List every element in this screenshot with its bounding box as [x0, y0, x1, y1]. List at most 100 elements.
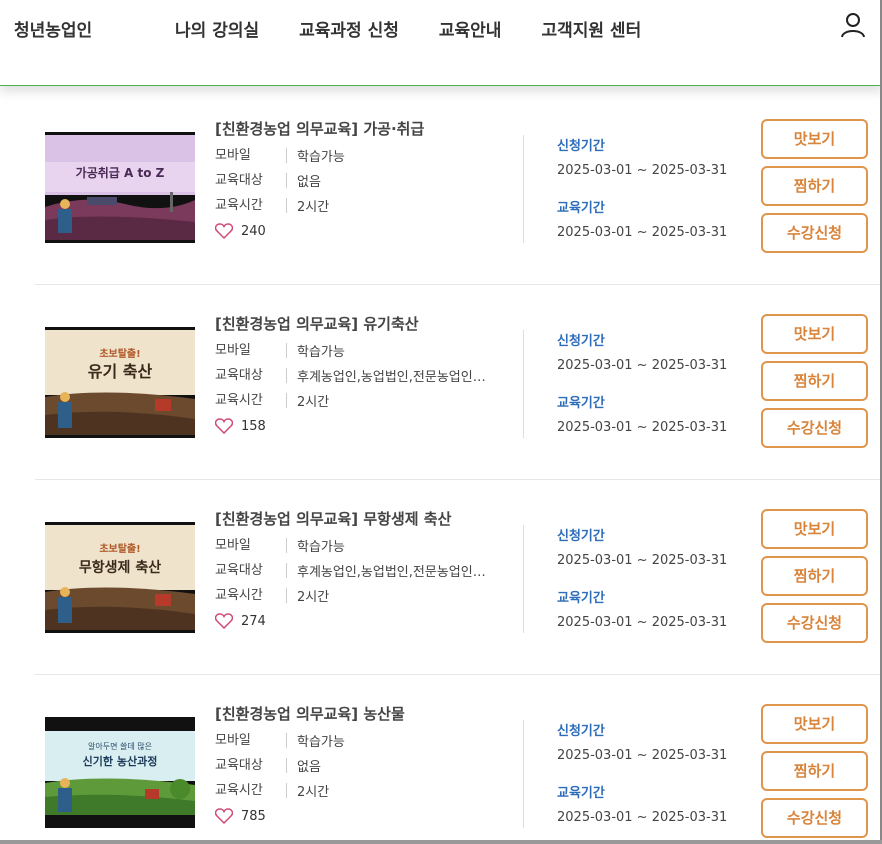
course-periods: 신청기간 2025-03-01 ~ 2025-03-31 교육기간 2025-0… — [557, 720, 727, 844]
brand-logo[interactable]: 청년농업인 — [14, 16, 92, 41]
thumbnail-caption: 신기한 농산과정 — [83, 754, 158, 768]
apply-period-label: 신청기간 — [557, 334, 605, 349]
heart-icon[interactable] — [215, 418, 233, 434]
course-actions: 맛보기 찜하기 수강신청 — [761, 509, 868, 650]
likes-count: 240 — [241, 223, 266, 239]
apply-period-label: 신청기간 — [557, 724, 605, 739]
thumbnail-caption: 유기 축산 — [88, 362, 153, 381]
target-value: 없음 — [297, 175, 321, 190]
course-actions: 맛보기 찜하기 수강신청 — [761, 314, 868, 455]
course-thumbnail[interactable]: 초보탈출! 유기 축산 — [45, 327, 195, 438]
wishlist-button[interactable]: 찜하기 — [761, 361, 868, 401]
edu-period-value: 2025-03-01 ~ 2025-03-31 — [557, 225, 728, 240]
target-label: 교육대상 — [215, 758, 287, 773]
edu-period-value: 2025-03-01 ~ 2025-03-31 — [557, 615, 728, 630]
hours-value: 2시간 — [297, 395, 330, 410]
preview-button[interactable]: 맛보기 — [761, 704, 868, 744]
likes: 274 — [215, 608, 515, 634]
course-title[interactable]: [친환경농업 의무교육] 유기축산 — [215, 313, 515, 338]
thumbnail-subcaption: 알아두면 쓸데 많은 — [88, 741, 152, 751]
course-actions: 맛보기 찜하기 수강신청 — [761, 119, 868, 260]
course-card: 초보탈출! 유기 축산 [친환경농업 의무교육] 유기축산 모바일 학습가능 교… — [35, 285, 880, 480]
top-header: 청년농업인 나의 강의실 교육과정 신청 교육안내 고객지원 센터 — [0, 0, 882, 86]
divider — [523, 525, 524, 633]
apply-period-value: 2025-03-01 ~ 2025-03-31 — [557, 163, 728, 178]
nav-course-apply[interactable]: 교육과정 신청 — [299, 16, 399, 41]
apply-period-label: 신청기간 — [557, 139, 605, 154]
heart-icon[interactable] — [215, 808, 233, 824]
hours-label: 교육시간 — [215, 588, 287, 603]
thumbnail-subcaption: 초보탈출! — [99, 347, 140, 360]
heart-icon[interactable] — [215, 613, 233, 629]
course-thumbnail[interactable]: 가공취급 A to Z — [45, 132, 195, 243]
device-status: 학습가능 — [297, 150, 345, 165]
course-title[interactable]: [친환경농업 의무교육] 무항생제 축산 — [215, 508, 515, 533]
likes-count: 158 — [241, 418, 266, 434]
device-label: 모바일 — [215, 538, 287, 553]
thumbnail-caption: 가공취급 A to Z — [76, 165, 165, 180]
course-periods: 신청기간 2025-03-01 ~ 2025-03-31 교육기간 2025-0… — [557, 330, 727, 454]
thumbnail-subcaption: 초보탈출! — [99, 542, 140, 555]
course-info: [친환경농업 의무교육] 유기축산 모바일 학습가능 교육대상 후계농업인,농업… — [215, 313, 515, 439]
hours-label: 교육시간 — [215, 198, 287, 213]
target-value: 없음 — [297, 760, 321, 775]
enroll-button[interactable]: 수강신청 — [761, 603, 868, 643]
course-info: [친환경농업 의무교육] 농산물 모바일 학습가능 교육대상 없음 교육시간 2… — [215, 703, 515, 829]
wishlist-button[interactable]: 찜하기 — [761, 166, 868, 206]
likes-count: 785 — [241, 808, 266, 824]
edu-period-label: 교육기간 — [557, 201, 605, 216]
course-periods: 신청기간 2025-03-01 ~ 2025-03-31 교육기간 2025-0… — [557, 525, 727, 649]
enroll-button[interactable]: 수강신청 — [761, 798, 868, 838]
divider — [523, 720, 524, 828]
course-title[interactable]: [친환경농업 의무교육] 농산물 — [215, 703, 515, 728]
nav-education-guide[interactable]: 교육안내 — [439, 16, 502, 41]
preview-button[interactable]: 맛보기 — [761, 314, 868, 354]
course-title[interactable]: [친환경농업 의무교육] 가공·취급 — [215, 118, 515, 143]
enroll-button[interactable]: 수강신청 — [761, 213, 868, 253]
apply-period-label: 신청기간 — [557, 529, 605, 544]
user-icon[interactable] — [840, 12, 866, 38]
enroll-button[interactable]: 수강신청 — [761, 408, 868, 448]
likes: 158 — [215, 413, 515, 439]
course-card: 가공취급 A to Z [친환경농업 의무교육] 가공·취급 모바일 학습가능 … — [35, 90, 880, 285]
apply-period-value: 2025-03-01 ~ 2025-03-31 — [557, 553, 728, 568]
wishlist-button[interactable]: 찜하기 — [761, 751, 868, 791]
target-value: 후계농업인,농업법인,전문농업인,청년농업인 — [297, 565, 487, 580]
hours-label: 교육시간 — [215, 783, 287, 798]
likes: 785 — [215, 803, 515, 829]
divider — [523, 330, 524, 438]
device-status: 학습가능 — [297, 345, 345, 360]
target-label: 교육대상 — [215, 368, 287, 383]
device-label: 모바일 — [215, 148, 287, 163]
apply-period-value: 2025-03-01 ~ 2025-03-31 — [557, 358, 728, 373]
hours-value: 2시간 — [297, 200, 330, 215]
preview-button[interactable]: 맛보기 — [761, 119, 868, 159]
course-info: [친환경농업 의무교육] 가공·취급 모바일 학습가능 교육대상 없음 교육시간… — [215, 118, 515, 244]
device-status: 학습가능 — [297, 540, 345, 555]
edu-period-label: 교육기간 — [557, 396, 605, 411]
hours-label: 교육시간 — [215, 393, 287, 408]
apply-period-value: 2025-03-01 ~ 2025-03-31 — [557, 748, 728, 763]
course-list: 가공취급 A to Z [친환경농업 의무교육] 가공·취급 모바일 학습가능 … — [0, 90, 880, 844]
heart-icon[interactable] — [215, 223, 233, 239]
hours-value: 2시간 — [297, 590, 330, 605]
edu-period-label: 교육기간 — [557, 786, 605, 801]
preview-button[interactable]: 맛보기 — [761, 509, 868, 549]
likes-count: 274 — [241, 613, 266, 629]
device-label: 모바일 — [215, 733, 287, 748]
target-label: 교육대상 — [215, 173, 287, 188]
divider — [523, 135, 524, 243]
course-card: 초보탈출! 무항생제 축산 [친환경농업 의무교육] 무항생제 축산 모바일 학… — [35, 480, 880, 675]
target-value: 후계농업인,농업법인,전문농업인,청년농업인 — [297, 370, 487, 385]
nav-customer-center[interactable]: 고객지원 센터 — [541, 16, 641, 41]
edu-period-value: 2025-03-01 ~ 2025-03-31 — [557, 420, 728, 435]
wishlist-button[interactable]: 찜하기 — [761, 556, 868, 596]
course-thumbnail[interactable]: 알아두면 쓸데 많은 신기한 농산과정 — [45, 717, 195, 828]
course-thumbnail[interactable]: 초보탈출! 무항생제 축산 — [45, 522, 195, 633]
nav-my-classroom[interactable]: 나의 강의실 — [175, 16, 259, 41]
device-label: 모바일 — [215, 343, 287, 358]
likes: 240 — [215, 218, 515, 244]
edu-period-label: 교육기간 — [557, 591, 605, 606]
course-card: 알아두면 쓸데 많은 신기한 농산과정 [친환경농업 의무교육] 농산물 모바일… — [35, 675, 880, 844]
main-nav: 나의 강의실 교육과정 신청 교육안내 고객지원 센터 — [175, 16, 681, 41]
